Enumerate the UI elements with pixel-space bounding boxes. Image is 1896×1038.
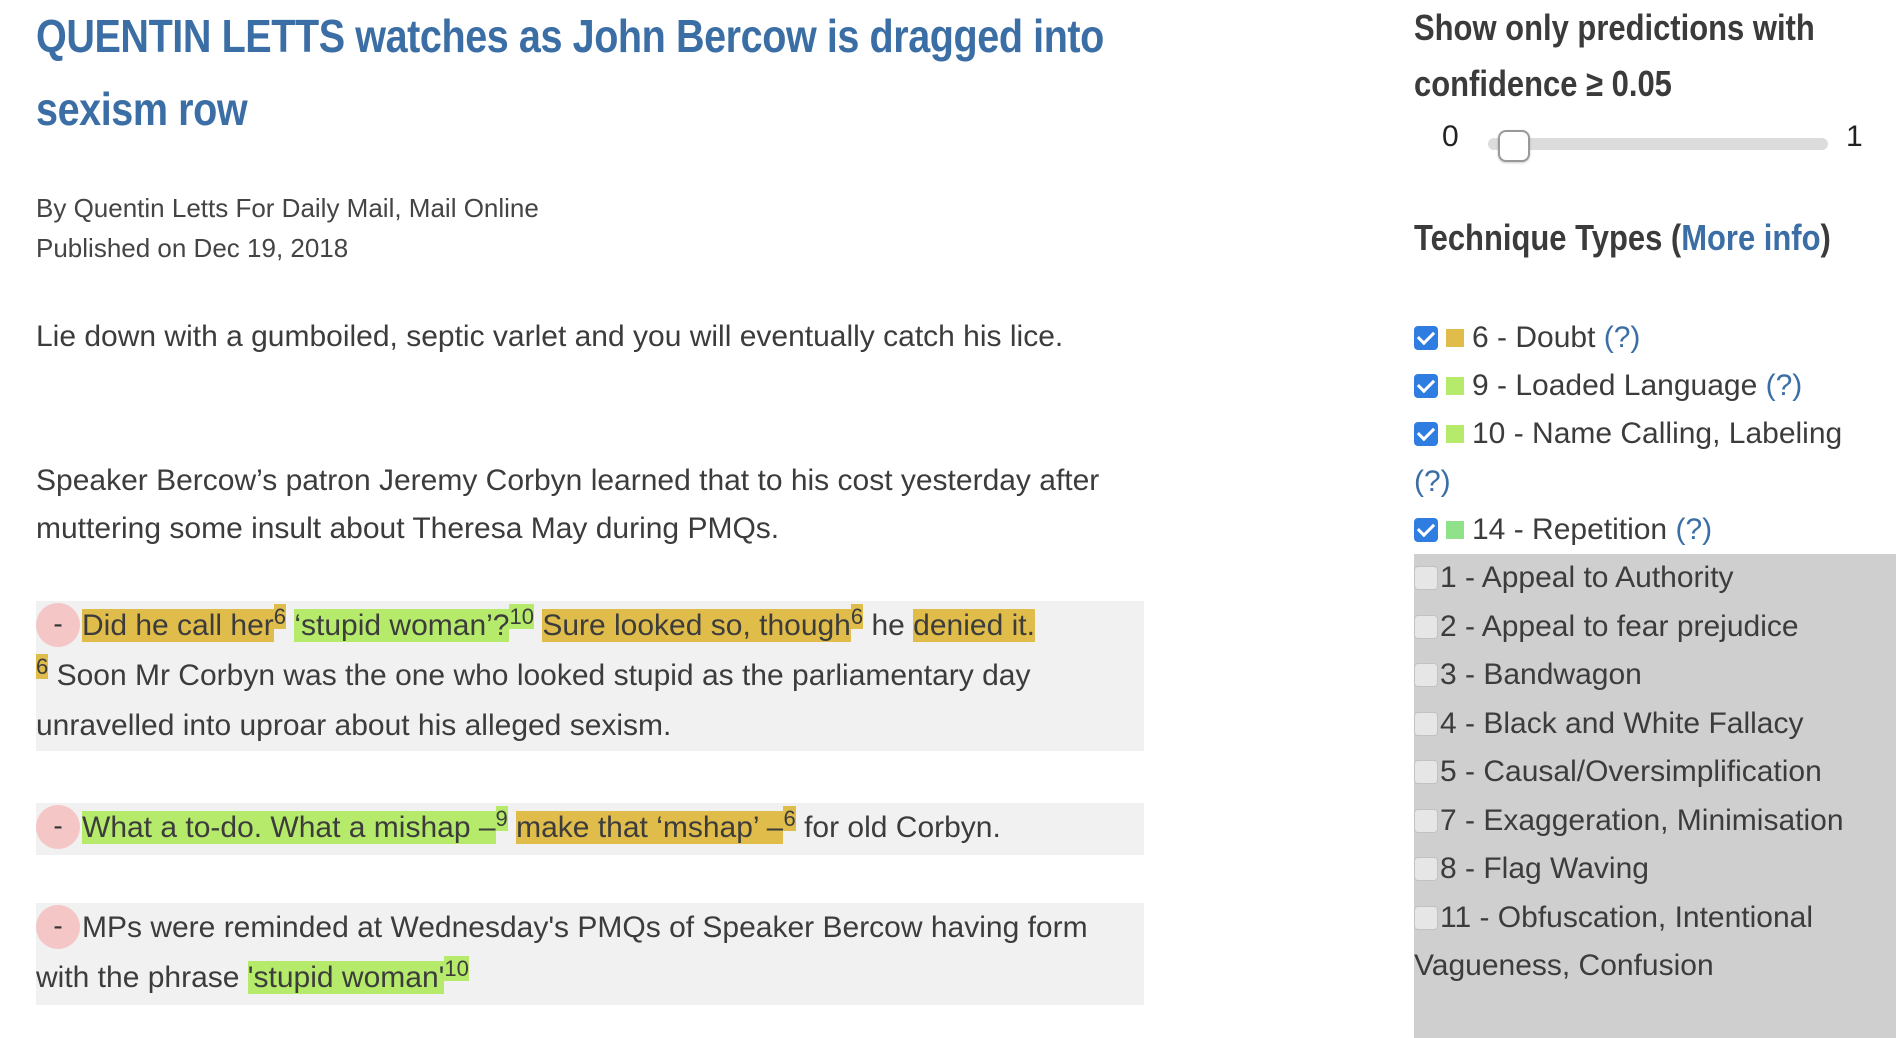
- color-swatch: [1446, 377, 1464, 395]
- published-date: Published on Dec 19, 2018: [36, 233, 349, 263]
- technique-item: 5 - Causal/Oversimplification: [1414, 748, 1896, 797]
- paragraph-2: Speaker Bercow’s patron Jeremy Corbyn le…: [36, 464, 1100, 545]
- technique-item: 7 - Exaggeration, Minimisation: [1414, 797, 1896, 846]
- technique-number: 6: [850, 604, 864, 629]
- prediction-block-2: - What a to-do. What a mishap –9 make tha…: [36, 803, 1144, 855]
- block-text: - MPs were reminded at Wednesday's PMQs o…: [36, 903, 1144, 1003]
- slider-max-label: 1: [1846, 120, 1863, 153]
- dash-button[interactable]: -: [36, 905, 80, 950]
- article: QUENTIN LETTS watches as John Bercow is …: [36, 0, 1146, 1005]
- slider-min-label: 0: [1442, 120, 1459, 153]
- dash-button[interactable]: -: [36, 603, 80, 648]
- plain-text: Soon Mr Corbyn was the one who looked st…: [36, 659, 1031, 742]
- technique-number: 10: [509, 604, 534, 629]
- block-text: - Did he call her6 ‘stupid woman’?10 Sure…: [36, 601, 1144, 751]
- highlight-doubt[interactable]: denied it.: [913, 609, 1035, 642]
- technique-list-checked: 6 - Doubt (?) 9 - Loaded Language (?) 10…: [1414, 314, 1896, 554]
- plain-text: for old Corbyn.: [795, 811, 1001, 844]
- technique-item: 4 - Black and White Fallacy: [1414, 700, 1896, 749]
- technique-label: 4 - Black and White Fallacy: [1440, 706, 1804, 740]
- technique-label: 3 - Bandwagon: [1440, 658, 1642, 691]
- technique-label: 11 - Obfuscation, Intentional Vagueness,…: [1414, 900, 1814, 983]
- technique-label: 1 - Appeal to Authority: [1440, 561, 1734, 594]
- article-headline: QUENTIN LETTS watches as John Bercow is …: [36, 10, 1104, 135]
- help-link[interactable]: (?): [1675, 513, 1712, 546]
- technique-label: 6 - Doubt: [1472, 321, 1596, 354]
- technique-label: 5 - Causal/Oversimplification: [1440, 755, 1822, 788]
- technique-item: 3 - Bandwagon: [1414, 651, 1896, 700]
- prediction-block-1: - Did he call her6 ‘stupid woman’?10 Sure…: [36, 601, 1144, 751]
- technique-number: 6: [783, 806, 796, 831]
- technique-label: 7 - Exaggeration, Minimisation: [1440, 803, 1844, 837]
- technique-item: 11 - Obfuscation, Intentional Vagueness,…: [1414, 894, 1896, 991]
- technique-item: 10 - Name Calling, Labeling (?): [1414, 410, 1896, 506]
- checkbox[interactable]: [1414, 326, 1438, 350]
- color-swatch: [1446, 521, 1464, 539]
- slider-track[interactable]: [1488, 138, 1828, 150]
- highlight-name-calling[interactable]: ‘stupid woman’?: [294, 609, 510, 642]
- byline: By Quentin Letts For Daily Mail, Mail On…: [36, 193, 539, 223]
- slider-thumb[interactable]: [1498, 130, 1530, 162]
- checkbox[interactable]: [1414, 905, 1438, 930]
- technique-item: 14 - Repetition (?): [1414, 506, 1896, 554]
- dash-button[interactable]: -: [36, 805, 80, 850]
- highlight-doubt[interactable]: Sure looked so, though: [542, 609, 851, 642]
- technique-item: 1 - Appeal to Authority: [1414, 554, 1896, 603]
- color-swatch: [1446, 329, 1464, 347]
- more-info-link[interactable]: More info: [1681, 217, 1820, 258]
- checkbox[interactable]: [1414, 760, 1438, 784]
- highlight-loaded-language[interactable]: What a to-do. What a mishap –: [82, 811, 496, 844]
- technique-label: 10 - Name Calling, Labeling: [1472, 417, 1843, 450]
- checkbox[interactable]: [1414, 422, 1438, 446]
- highlight-name-calling[interactable]: 'stupid woman': [247, 961, 445, 994]
- prediction-block-3: - MPs were reminded at Wednesday's PMQs o…: [36, 903, 1144, 1005]
- technique-number: 6: [273, 604, 287, 629]
- technique-label: 14 - Repetition: [1472, 513, 1668, 546]
- sidebar: Show only predictions with confidence ≥ …: [1414, 0, 1896, 1038]
- technique-list-unchecked: 1 - Appeal to Authority 2 - Appeal to fe…: [1414, 554, 1896, 1038]
- technique-label: 8 - Flag Waving: [1440, 852, 1649, 885]
- highlight-doubt[interactable]: Did he call her: [82, 609, 274, 642]
- technique-types-title: Technique Types (More info): [1414, 210, 1896, 266]
- checkbox[interactable]: [1414, 518, 1438, 542]
- color-swatch: [1446, 425, 1464, 443]
- highlight-doubt[interactable]: make that ‘mshap’ –: [516, 811, 784, 844]
- technique-label: 2 - Appeal to fear prejudice: [1440, 609, 1799, 643]
- checkbox[interactable]: [1414, 663, 1438, 687]
- checkbox[interactable]: [1414, 566, 1438, 590]
- help-link[interactable]: (?): [1604, 321, 1641, 354]
- technique-number: 6: [36, 654, 49, 679]
- types-title-close: ): [1820, 217, 1831, 258]
- article-meta: By Quentin Letts For Daily Mail, Mail On…: [36, 188, 539, 268]
- checkbox[interactable]: [1414, 614, 1438, 639]
- checkbox[interactable]: [1414, 857, 1438, 881]
- technique-item: 9 - Loaded Language (?): [1414, 362, 1896, 410]
- technique-number: 10: [444, 956, 469, 981]
- technique-item: 2 - Appeal to fear prejudice: [1414, 603, 1896, 652]
- types-title-text: Technique Types (: [1414, 217, 1682, 258]
- block-text: - What a to-do. What a mishap –9 make tha…: [36, 803, 1144, 853]
- technique-item: 8 - Flag Waving: [1414, 845, 1896, 894]
- checkbox[interactable]: [1414, 374, 1438, 398]
- help-link[interactable]: (?): [1414, 465, 1451, 498]
- checkbox[interactable]: [1414, 808, 1438, 833]
- technique-number: 9: [495, 806, 508, 831]
- confidence-slider: 0 1: [1414, 120, 1896, 162]
- help-link[interactable]: (?): [1766, 369, 1803, 402]
- plain-text: he: [863, 609, 914, 642]
- confidence-filter-title: Show only predictions with confidence ≥ …: [1414, 7, 1815, 104]
- technique-label: 9 - Loaded Language: [1472, 369, 1758, 402]
- paragraph-1: Lie down with a gumboiled, septic varlet…: [36, 320, 1064, 353]
- technique-item: 6 - Doubt (?): [1414, 314, 1896, 362]
- checkbox[interactable]: [1414, 711, 1438, 736]
- plain-text: MPs were reminded at Wednesday's PMQs of…: [36, 911, 1088, 994]
